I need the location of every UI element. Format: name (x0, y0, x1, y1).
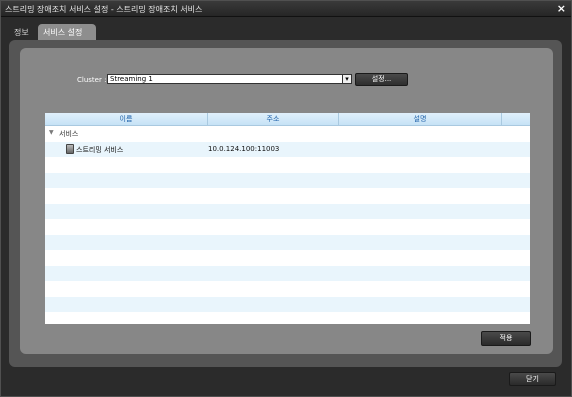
column-header-description[interactable]: 설명 (339, 113, 502, 126)
empty-row (45, 234, 530, 250)
server-icon (66, 143, 74, 154)
table-body: ▼ 서비스 스트리밍 서비스 10.0.124.100:11003 (45, 126, 530, 324)
chevron-down-icon[interactable]: ▾ (342, 74, 352, 84)
empty-row (45, 219, 530, 235)
service-name: 스트리밍 서비스 (76, 145, 124, 154)
title-bar[interactable]: 스트리밍 장애조치 서비스 설정 - 스트리밍 장애조치 서비스 × (1, 1, 571, 17)
empty-row (45, 250, 530, 266)
cluster-select[interactable]: Streaming 1 (107, 74, 343, 84)
empty-row (45, 296, 530, 312)
column-header-name[interactable]: 이름 (45, 113, 208, 126)
table-row[interactable]: 스트리밍 서비스 10.0.124.100:11003 (45, 141, 530, 157)
tab-service-settings[interactable]: 서비스 설정 (38, 24, 96, 40)
group-label: 서비스 (59, 130, 79, 138)
table-header: 이름 주소 설명 (45, 113, 530, 126)
column-header-address[interactable]: 주소 (208, 113, 339, 126)
empty-row (45, 188, 530, 204)
close-button[interactable]: 닫기 (509, 372, 556, 386)
tab-info[interactable]: 정보 (9, 24, 37, 40)
column-header-extra (502, 113, 530, 126)
apply-button[interactable]: 적용 (481, 331, 531, 346)
service-table: 이름 주소 설명 ▼ 서비스 스트리밍 서비스 10.0.124.100:110… (45, 113, 530, 324)
group-row[interactable]: ▼ 서비스 (45, 126, 530, 142)
empty-row (45, 281, 530, 297)
empty-row (45, 312, 530, 324)
cluster-label: Cluster : (77, 76, 107, 84)
empty-row (45, 265, 530, 281)
window-title: 스트리밍 장애조치 서비스 설정 - 스트리밍 장애조치 서비스 (5, 5, 203, 14)
close-icon[interactable]: × (557, 2, 566, 15)
empty-row (45, 172, 530, 188)
service-address: 10.0.124.100:11003 (208, 144, 280, 153)
cluster-settings-button[interactable]: 설정... (355, 73, 408, 86)
empty-row (45, 203, 530, 219)
expand-arrow-icon[interactable]: ▼ (49, 129, 54, 136)
empty-row (45, 157, 530, 173)
